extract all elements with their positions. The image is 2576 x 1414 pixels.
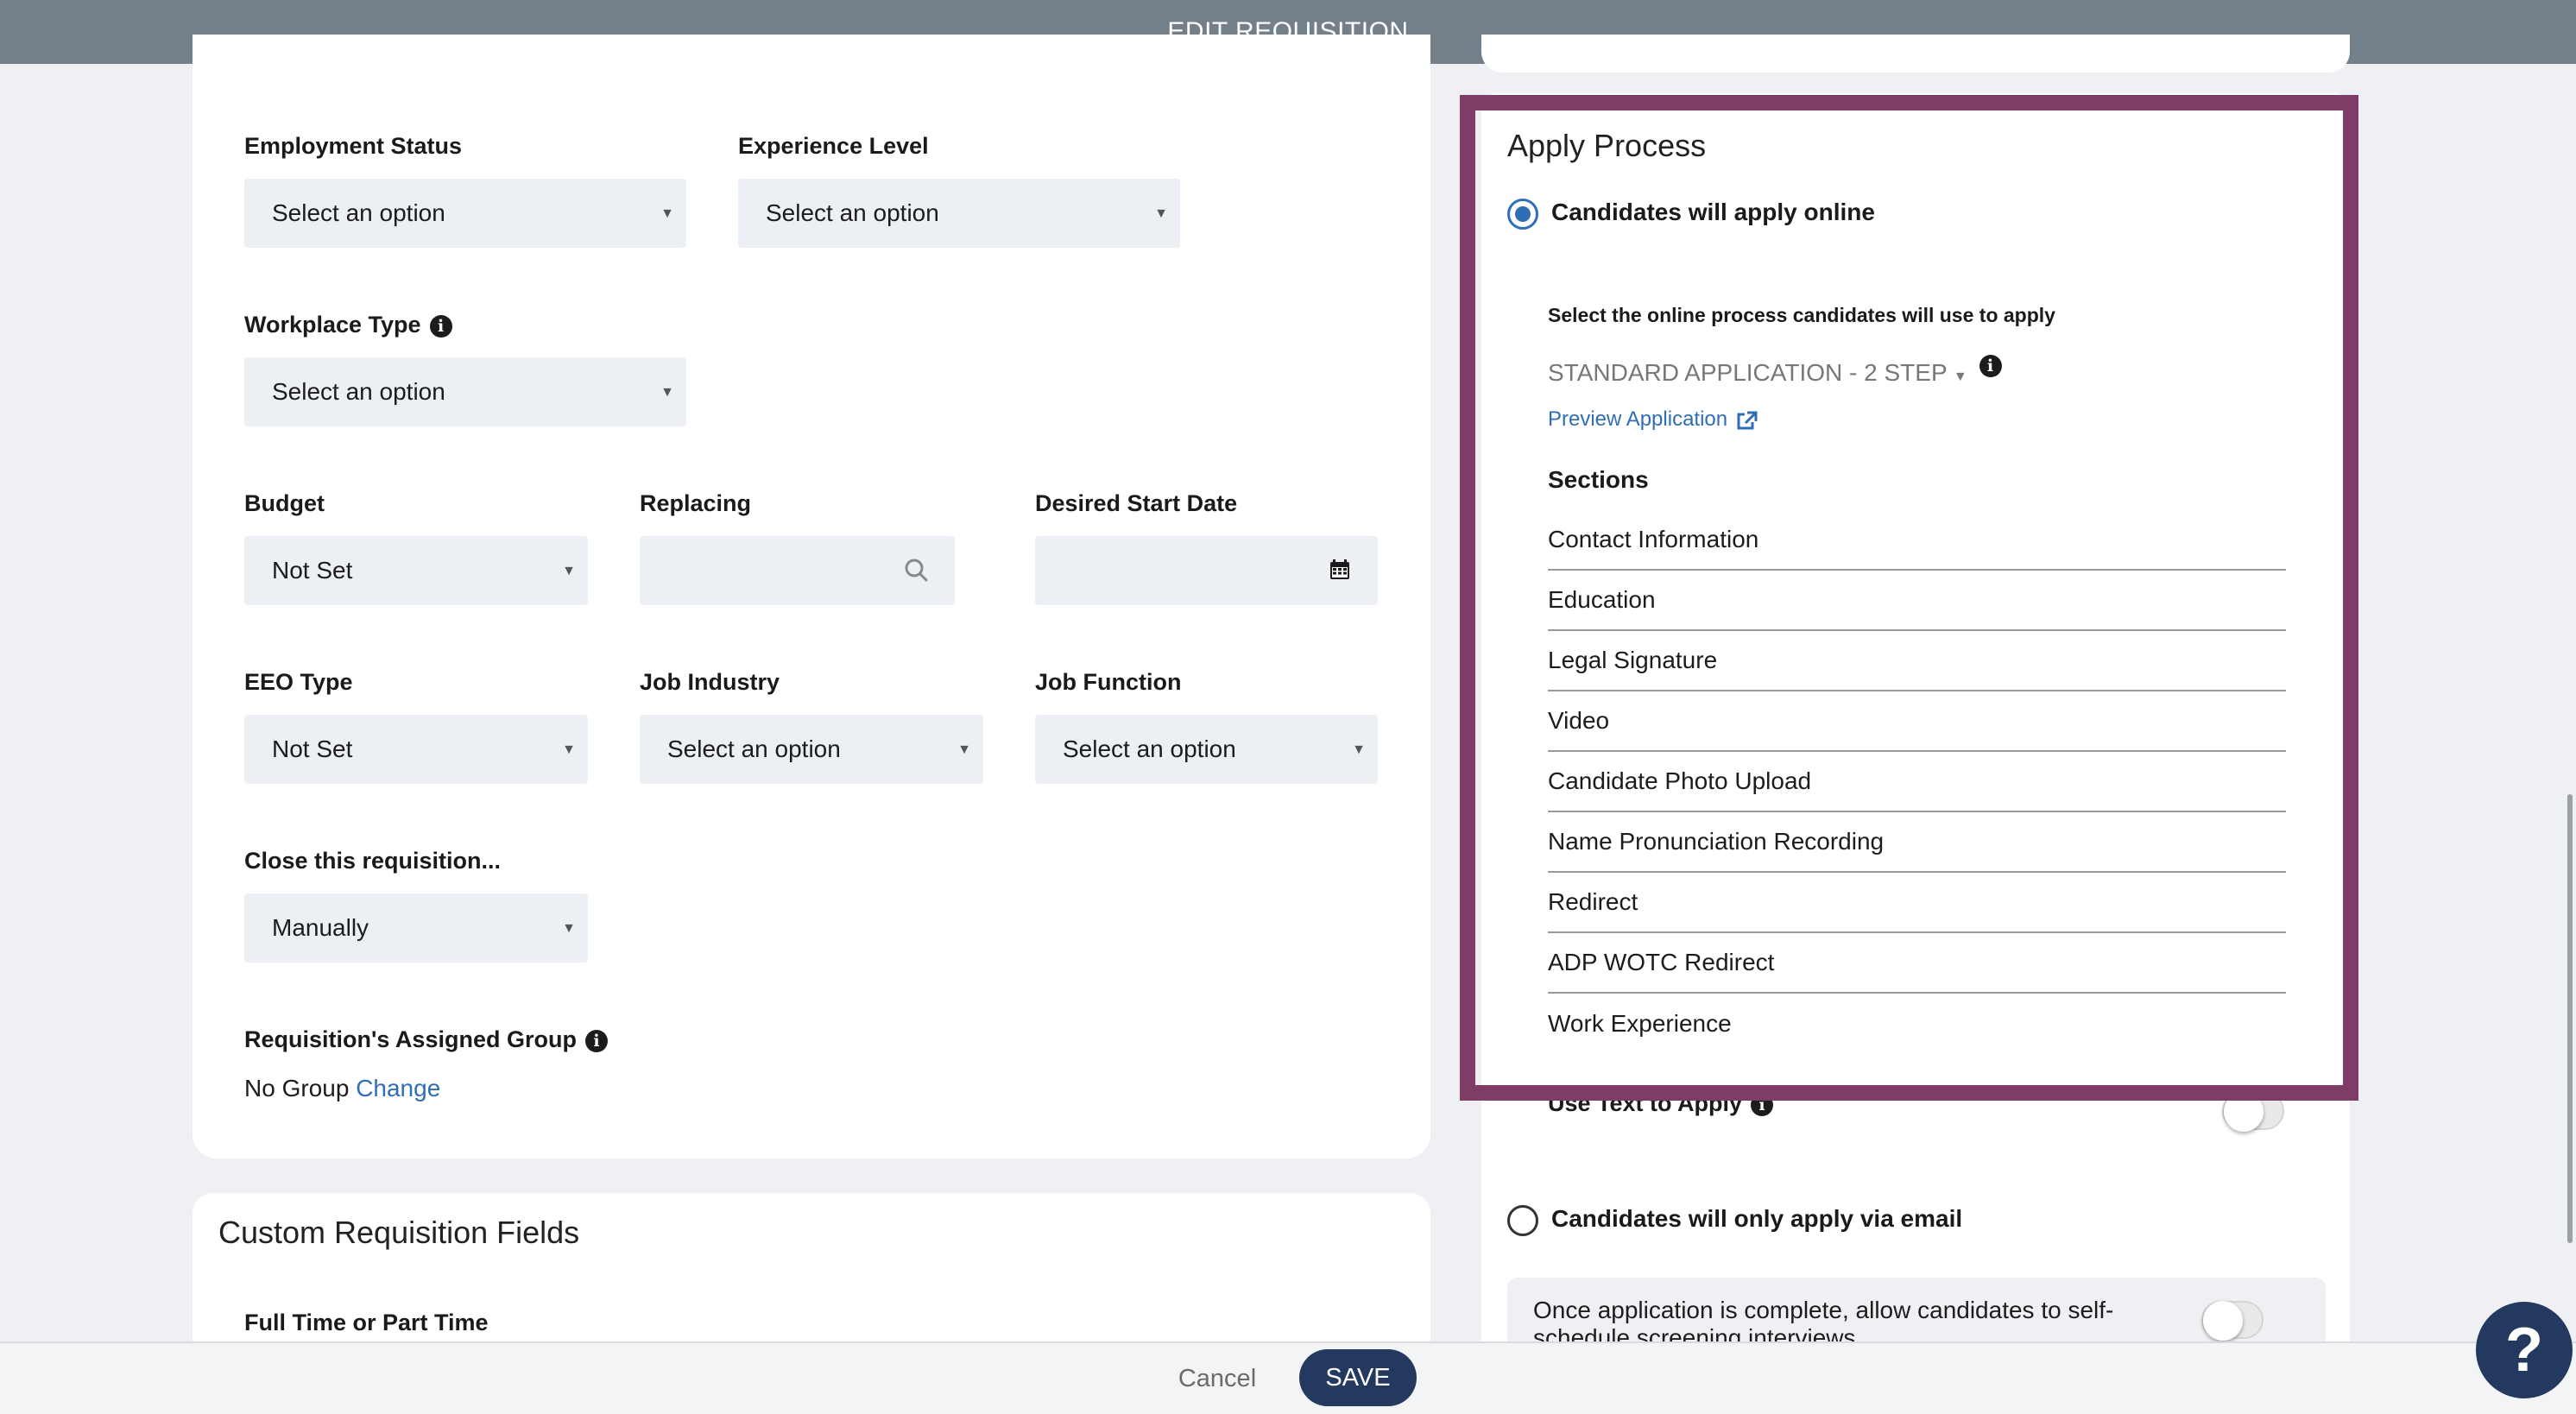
question-icon: ? — [2505, 1316, 2543, 1385]
cancel-button[interactable]: Cancel — [1157, 1357, 1278, 1400]
replacing-label: Replacing — [640, 490, 752, 516]
employment-status-label: Employment Status — [244, 133, 463, 159]
close-requisition-label: Close this requisition... — [244, 848, 502, 874]
close-requisition-value: Manually — [272, 914, 369, 941]
assigned-group-name: No Group — [244, 1075, 350, 1102]
full-time-part-time-label: Full Time or Part Time — [244, 1310, 489, 1335]
self-schedule-toggle[interactable] — [2201, 1301, 2263, 1341]
job-industry-select[interactable]: Select an option ▼ — [640, 715, 983, 784]
save-button[interactable]: SAVE — [1299, 1349, 1417, 1406]
job-industry-label: Job Industry — [640, 669, 780, 695]
replacing-search-input[interactable] — [640, 536, 955, 605]
job-function-label: Job Function — [1035, 669, 1182, 695]
assigned-group-label: Requisition's Assigned Group i — [244, 1026, 608, 1053]
highlight-box — [1460, 95, 2358, 1101]
dropdown-caret-icon: ▼ — [660, 206, 674, 221]
job-function-select[interactable]: Select an option ▼ — [1035, 715, 1378, 784]
scrollbar[interactable] — [2567, 794, 2573, 1243]
dropdown-caret-icon: ▼ — [562, 742, 576, 757]
info-icon[interactable]: i — [429, 314, 452, 338]
desired-start-date-label: Desired Start Date — [1035, 490, 1238, 516]
workplace-type-value: Select an option — [272, 378, 445, 405]
budget-label: Budget — [244, 490, 325, 516]
workplace-type-label-text: Workplace Type — [244, 312, 421, 338]
footer-bar — [0, 1341, 2576, 1414]
employment-status-value: Select an option — [272, 199, 445, 226]
experience-level-select[interactable]: Select an option ▼ — [738, 179, 1180, 248]
workplace-type-label: Workplace Type i — [244, 312, 452, 338]
job-industry-value: Select an option — [667, 735, 841, 762]
search-icon — [905, 559, 928, 582]
dropdown-caret-icon: ▼ — [1352, 742, 1366, 757]
change-group-link[interactable]: Change — [356, 1075, 440, 1102]
right-top-card — [1481, 35, 2350, 73]
apply-email-radio[interactable] — [1507, 1205, 1538, 1236]
custom-fields-title: Custom Requisition Fields — [218, 1215, 580, 1250]
eeo-type-select[interactable]: Not Set ▼ — [244, 715, 588, 784]
budget-select[interactable]: Not Set ▼ — [244, 536, 588, 605]
experience-level-label: Experience Level — [738, 133, 929, 159]
assigned-group-value: No Group Change — [244, 1075, 440, 1102]
dropdown-caret-icon: ▼ — [562, 564, 576, 578]
apply-email-label[interactable]: Candidates will only apply via email — [1551, 1205, 1962, 1233]
experience-level-value: Select an option — [766, 199, 939, 226]
eeo-type-label: EEO Type — [244, 669, 353, 695]
dropdown-caret-icon: ▼ — [660, 385, 674, 400]
dropdown-caret-icon: ▼ — [957, 742, 971, 757]
eeo-type-value: Not Set — [272, 735, 353, 762]
close-requisition-select[interactable]: Manually ▼ — [244, 893, 588, 963]
assigned-group-label-text: Requisition's Assigned Group — [244, 1026, 577, 1052]
help-button[interactable]: ? — [2476, 1302, 2573, 1398]
calendar-icon[interactable] — [1323, 553, 1357, 588]
dropdown-caret-icon: ▼ — [1154, 206, 1168, 221]
workplace-type-select[interactable]: Select an option ▼ — [244, 357, 686, 426]
budget-value: Not Set — [272, 557, 353, 584]
dropdown-caret-icon: ▼ — [562, 921, 576, 936]
job-function-value: Select an option — [1063, 735, 1236, 762]
desired-start-date-input[interactable] — [1035, 536, 1378, 605]
employment-status-select[interactable]: Select an option ▼ — [244, 179, 686, 248]
info-icon[interactable]: i — [584, 1029, 608, 1052]
